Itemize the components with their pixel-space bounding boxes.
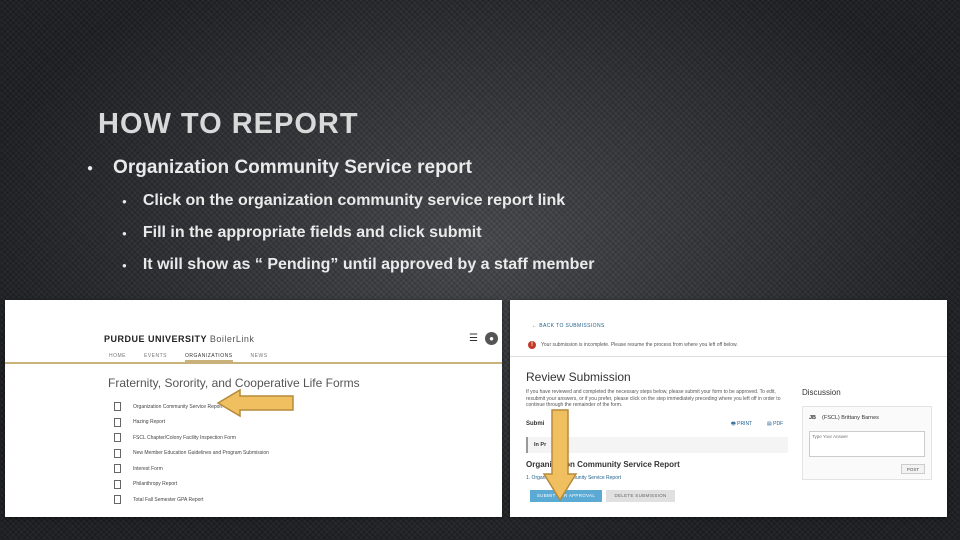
discussion-panel: JB (FSCL) Brittany Barnes POST bbox=[802, 406, 932, 480]
user-name: (FSCL) Brittany Barnes bbox=[822, 415, 879, 421]
discussion-title: Discussion bbox=[802, 388, 841, 397]
site-brand[interactable]: PURDUE UNIVERSITY BoilerLink bbox=[104, 334, 254, 344]
document-icon bbox=[114, 464, 121, 474]
document-icon bbox=[114, 479, 121, 489]
menu-icon[interactable]: ☰ bbox=[469, 333, 478, 344]
bullet-main: ● Organization Community Service report bbox=[87, 157, 472, 179]
incomplete-alert: ! Your submission is incomplete. Please … bbox=[528, 341, 738, 349]
bullet-dot-icon: ● bbox=[122, 260, 127, 270]
brand-name: PURDUE UNIVERSITY bbox=[104, 334, 207, 344]
bullet-sub-3: ● It will show as “ Pending” until appro… bbox=[122, 256, 594, 274]
arrow-down-icon bbox=[542, 409, 578, 502]
user-initials: JB bbox=[809, 415, 817, 421]
arrow-left-icon bbox=[216, 388, 294, 418]
print-label: PRINT bbox=[737, 421, 753, 427]
page-title: Review Submission bbox=[526, 370, 631, 384]
warning-icon: ! bbox=[528, 341, 536, 349]
document-icon bbox=[114, 433, 121, 443]
delete-submission-button[interactable]: DELETE SUBMISSION bbox=[606, 490, 675, 502]
bullet-sub-2: ● Fill in the appropriate fields and cli… bbox=[122, 224, 482, 242]
bullet-text: It will show as “ Pending” until approve… bbox=[142, 256, 595, 273]
document-icon bbox=[114, 448, 121, 458]
bullet-text: Fill in the appropriate fields and click… bbox=[142, 224, 482, 241]
avatar[interactable]: ● bbox=[485, 332, 498, 345]
bullet-text: Organization Community Service report bbox=[113, 157, 473, 178]
form-link[interactable]: Interest Form bbox=[133, 466, 163, 472]
nav-organizations[interactable]: ORGANIZATIONS bbox=[185, 353, 233, 362]
instructions-text: If you have reviewed and completed the n… bbox=[526, 389, 781, 408]
form-link[interactable]: FSCL Chapter/Colony Facility Inspection … bbox=[133, 435, 236, 441]
post-button[interactable]: POST bbox=[901, 464, 925, 474]
document-icon bbox=[114, 402, 121, 412]
form-link[interactable]: New Member Education Guidelines and Prog… bbox=[133, 450, 269, 456]
site-nav: HOME EVENTS ORGANIZATIONS NEWS bbox=[109, 353, 268, 362]
list-item[interactable]: Philanthropy Report bbox=[114, 477, 269, 493]
form-link[interactable]: Philanthropy Report bbox=[133, 481, 177, 487]
pdf-link[interactable]: ▤ PDF bbox=[767, 421, 783, 427]
list-item[interactable]: FSCL Chapter/Colony Facility Inspection … bbox=[114, 430, 269, 446]
slide-title: HOW TO REPORT bbox=[98, 108, 359, 140]
divider bbox=[510, 356, 947, 357]
nav-news[interactable]: NEWS bbox=[251, 353, 268, 362]
discussion-user: JB (FSCL) Brittany Barnes bbox=[809, 415, 879, 421]
brand-sub: BoilerLink bbox=[209, 334, 255, 344]
bullet-dot-icon: ● bbox=[122, 196, 127, 206]
back-to-submissions-link[interactable]: ← BACK TO SUBMISSIONS bbox=[532, 323, 605, 329]
list-item[interactable]: Total Fall Semester GPA Report bbox=[114, 492, 269, 508]
form-link[interactable]: Total Fall Semester GPA Report bbox=[133, 497, 204, 503]
form-link[interactable]: Hazing Report bbox=[133, 419, 165, 425]
site-header: PURDUE UNIVERSITY BoilerLink ☰ ● HOME EV… bbox=[5, 300, 502, 364]
bullet-dot-icon: ● bbox=[87, 162, 94, 174]
alert-text: Your submission is incomplete. Please re… bbox=[541, 342, 738, 348]
nav-events[interactable]: EVENTS bbox=[144, 353, 167, 362]
list-item[interactable]: Interest Form bbox=[114, 461, 269, 477]
pdf-label: PDF bbox=[773, 421, 784, 427]
print-link[interactable]: 🖶 PRINT bbox=[731, 421, 752, 429]
bullet-dot-icon: ● bbox=[122, 228, 127, 238]
list-item[interactable]: New Member Education Guidelines and Prog… bbox=[114, 446, 269, 462]
back-link-label: BACK TO SUBMISSIONS bbox=[539, 323, 605, 329]
nav-home[interactable]: HOME bbox=[109, 353, 126, 362]
bullet-sub-1: ● Click on the organization community se… bbox=[122, 192, 565, 210]
discussion-input[interactable] bbox=[809, 431, 925, 457]
document-icon bbox=[114, 495, 121, 505]
document-icon bbox=[114, 417, 121, 427]
bullet-text: Click on the organization community serv… bbox=[142, 192, 566, 209]
form-link[interactable]: Organization Community Service Report bbox=[133, 404, 222, 410]
